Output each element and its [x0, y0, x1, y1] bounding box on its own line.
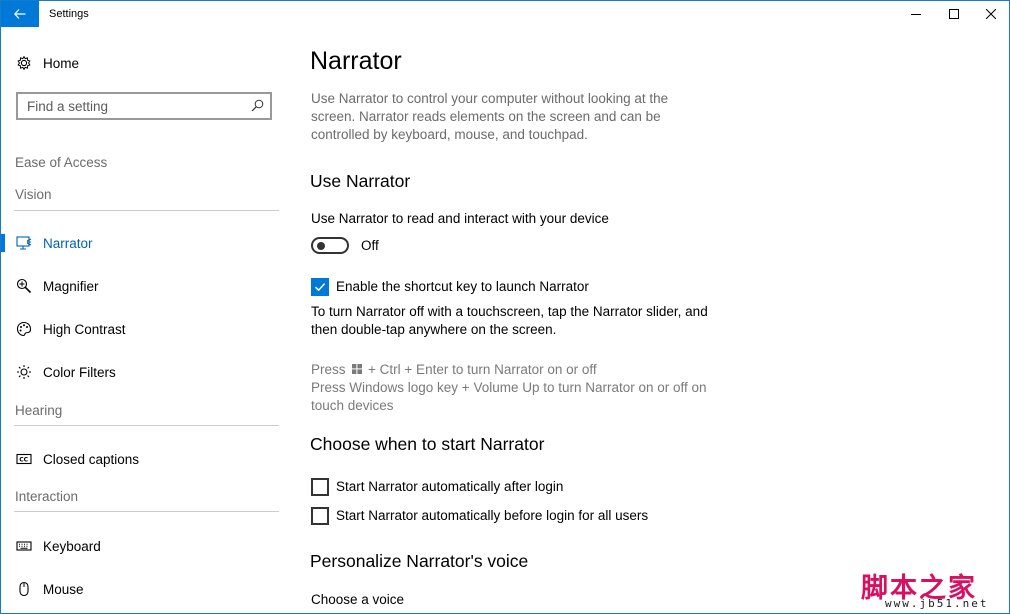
page-description: Use Narrator to control your computer wi…: [311, 91, 669, 142]
checkmark-icon: [314, 283, 326, 292]
divider: [14, 511, 279, 512]
sidebar: Home Ease of Access Vision Narrator: [1, 27, 291, 613]
sidebar-item-keyboard[interactable]: Keyboard: [1, 528, 291, 564]
palette-icon: [15, 320, 33, 338]
group-label-vision: Vision: [15, 187, 52, 202]
shortcut-hint-line1: Press + Ctrl + Enter to turn Narrator on…: [311, 361, 597, 379]
sidebar-item-high-contrast[interactable]: High Contrast: [1, 311, 291, 347]
sun-icon: [15, 363, 33, 381]
windows-logo-icon: [352, 364, 363, 374]
press-suffix: + Ctrl + Enter to turn Narrator on or of…: [368, 362, 597, 377]
sidebar-item-label: Home: [43, 55, 80, 71]
divider: [14, 210, 279, 211]
narrator-icon: [15, 234, 33, 252]
maximize-icon: [948, 9, 959, 19]
group-label-interaction: Interaction: [15, 489, 79, 504]
sidebar-item-home[interactable]: Home: [1, 45, 291, 81]
divider: [14, 425, 279, 426]
section-heading-voice: Personalize Narrator's voice: [310, 551, 529, 571]
shortcut-hint-line2: Press Windows logo key + Volume Up to tu…: [311, 380, 707, 413]
magnifier-icon: [15, 277, 33, 295]
window-title: Settings: [49, 8, 89, 20]
category-label: Ease of Access: [15, 155, 108, 170]
sidebar-item-label: Mouse: [43, 581, 84, 597]
narrator-toggle[interactable]: [311, 237, 349, 254]
watermark: 脚本之家 www.jb51.net: [861, 566, 1007, 612]
start-before-login-label: Start Narrator automatically before logi…: [336, 508, 649, 523]
selection-indicator: [1, 234, 5, 252]
sidebar-item-label: Narrator: [43, 235, 93, 251]
toggle-state-label: Off: [361, 238, 379, 253]
main-content: Narrator Use Narrator to control your co…: [310, 27, 1000, 613]
toggle-caption: Use Narrator to read and interact with y…: [311, 211, 609, 226]
start-after-login-label: Start Narrator automatically after login: [336, 479, 564, 494]
maximize-button[interactable]: [936, 1, 971, 27]
start-before-login-checkbox[interactable]: [311, 507, 329, 525]
closed-captions-icon: CC: [15, 450, 33, 468]
section-heading-start: Choose when to start Narrator: [310, 434, 545, 454]
toggle-knob: [317, 242, 325, 250]
settings-window: Settings Home Find a setting Ease of Acc…: [0, 0, 1010, 614]
section-heading-use-narrator: Use Narrator: [310, 171, 411, 191]
sidebar-item-label: Magnifier: [43, 278, 99, 294]
shortcut-key-label: Enable the shortcut key to launch Narrat…: [336, 279, 589, 294]
keyboard-icon: [15, 537, 33, 555]
back-arrow-icon: [14, 9, 26, 19]
start-after-login-checkbox[interactable]: [311, 478, 329, 496]
press-prefix: Press: [311, 362, 346, 377]
sidebar-item-color-filters[interactable]: Color Filters: [1, 354, 291, 390]
search-input[interactable]: [18, 94, 247, 118]
page-title: Narrator: [310, 47, 402, 75]
group-label-hearing: Hearing: [15, 403, 63, 418]
search-box[interactable]: [16, 92, 272, 120]
sidebar-item-narrator[interactable]: Narrator: [1, 225, 291, 261]
sidebar-item-label: Closed captions: [43, 451, 140, 467]
search-icon: [251, 99, 264, 112]
back-button[interactable]: [1, 1, 39, 27]
minimize-icon: [910, 14, 921, 15]
sidebar-item-label: High Contrast: [43, 321, 126, 337]
sidebar-item-label: Keyboard: [43, 538, 101, 554]
close-button[interactable]: [973, 1, 1008, 27]
sidebar-item-label: Color Filters: [43, 364, 116, 380]
choose-voice-label: Choose a voice: [311, 592, 405, 607]
svg-text:CC: CC: [19, 457, 28, 464]
title-bar: Settings: [1, 1, 1009, 27]
close-icon: [985, 9, 996, 19]
touch-hint: To turn Narrator off with a touchscreen,…: [311, 304, 708, 337]
minimize-button[interactable]: [898, 1, 933, 27]
sidebar-item-magnifier[interactable]: Magnifier: [1, 268, 291, 304]
mouse-icon: [15, 580, 33, 598]
sidebar-item-closed-captions[interactable]: CC Closed captions: [1, 441, 291, 477]
sidebar-item-mouse[interactable]: Mouse: [1, 571, 291, 607]
gear-icon: [15, 54, 33, 72]
shortcut-key-checkbox[interactable]: [311, 278, 329, 296]
watermark-url: www.jb51.net: [885, 597, 989, 610]
